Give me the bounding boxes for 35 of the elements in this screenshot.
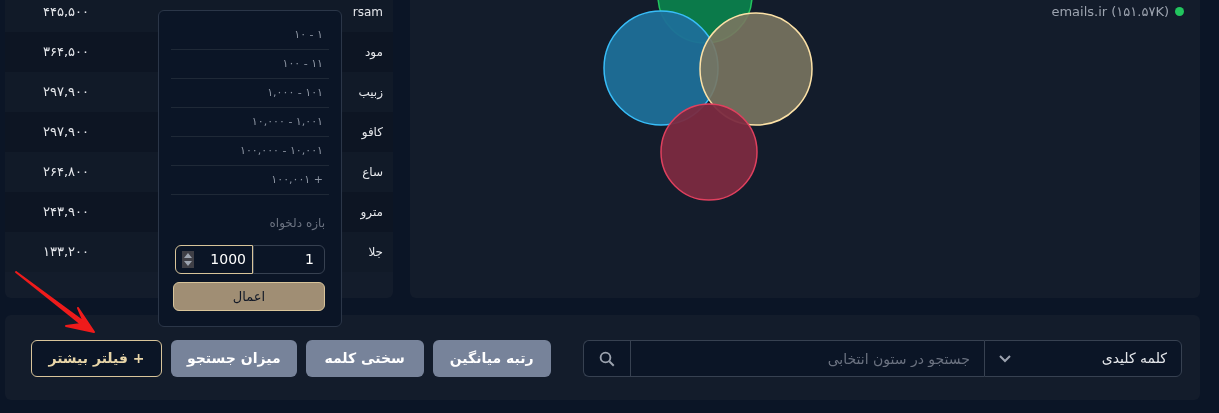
table-cell-text: ۲۴۳,۹۰۰ [42,203,90,222]
table-cell-text: ۲۶۴,۸۰۰ [42,163,90,182]
table-cell-text: ساع [362,164,383,181]
more-filters-button[interactable]: + فیلتر بیشتر [31,340,162,377]
spinner-icon [182,251,194,268]
table-cell-text: ۲۹۷,۹۰۰ [42,83,90,102]
range-option[interactable]: ۱۰۱ - ۱,۰۰۰ [171,79,329,108]
range-option[interactable]: ۱۰,۰۰۱ - ۱۰۰,۰۰۰ [171,137,329,166]
range-from-field[interactable]: 1 [253,245,325,274]
range-option[interactable]: ۱ - ۱۰ [171,21,329,50]
table-cell-text: کافو [361,124,383,141]
table-cell-text: ۱۳۳,۲۰۰ [42,243,90,262]
range-option[interactable]: + ۱۰۰,۰۰۱ [171,166,329,195]
table-cell-text: مود [365,44,383,61]
table-cell-text: ۴۴۵,۵۰۰ [42,3,90,22]
filter-button[interactable]: سختی کلمه [305,340,424,377]
chevron-down-icon [999,354,1011,363]
table-cell-text: ۳۶۴,۵۰۰ [42,43,90,62]
custom-range-label: بازه دلخواه [268,215,326,232]
table-cell-text: rsam [352,4,383,21]
column-select[interactable]: کلمه کلیدی [984,340,1182,377]
filter-button[interactable]: رتبه میانگین [432,340,551,377]
range-option[interactable]: ۱,۰۰۱ - ۱۰,۰۰۰ [171,108,329,137]
range-option[interactable]: ۱۱ - ۱۰۰ [171,50,329,79]
table-cell-text: زبیب [358,84,383,101]
table-cell-text: ۲۹۷,۹۰۰ [42,123,90,142]
search-button[interactable] [583,340,630,377]
range-to-field[interactable]: 1000 [175,245,253,274]
search-field[interactable]: جستجو در ستون انتخابی [630,340,984,377]
table-cell-text: جلا [368,244,383,261]
search-icon [598,349,616,368]
filter-button[interactable]: میزان جستجو [171,340,297,377]
legend-label: emails.ir (۱۵۱.۵۷K) [1051,3,1169,21]
apply-button[interactable]: اعمال [173,282,325,311]
table-cell-text: مترو [360,204,383,221]
